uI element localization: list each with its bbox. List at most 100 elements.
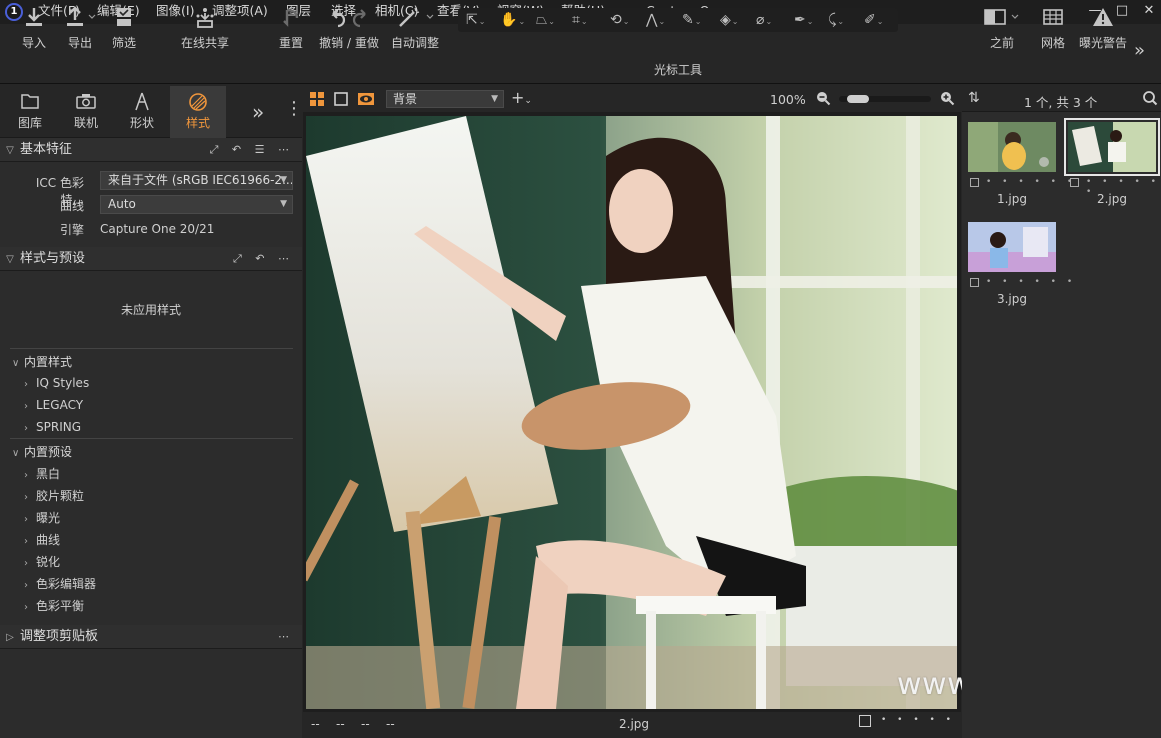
preset-item-exposure[interactable]: › 曝光	[24, 509, 60, 526]
keystone-icon[interactable]: ⋀⌄	[646, 8, 665, 32]
style-item-spring[interactable]: › SPRING	[24, 420, 81, 434]
thumbnail-2[interactable]	[1064, 118, 1160, 176]
tab-library[interactable]: 图库	[2, 86, 58, 138]
section-actions[interactable]: ⤢ ↶ ☰ ⋯	[210, 138, 294, 162]
undo-redo-icon	[317, 6, 381, 34]
meta-value: --	[361, 717, 370, 731]
chevron-down-icon: ▽	[6, 254, 14, 265]
select-checkbox[interactable]	[1070, 178, 1079, 187]
style-item-legacy[interactable]: › LEGACY	[24, 398, 83, 412]
crop-icon[interactable]: ⌗⌄	[572, 8, 588, 32]
background-select[interactable]: 背景 ▼	[386, 90, 504, 108]
zoom-slider-thumb[interactable]	[847, 95, 869, 103]
annotate-icon[interactable]: ✐⌄	[864, 8, 883, 32]
before-button[interactable]: 之前	[980, 6, 1024, 51]
divider	[10, 438, 293, 439]
eraser-icon[interactable]: ◈⌄	[720, 8, 738, 32]
exposure-warning-button[interactable]: 曝光警告	[1077, 6, 1129, 51]
select-checkbox[interactable]	[970, 178, 979, 187]
zoom-slider[interactable]	[839, 95, 931, 103]
lens-icon	[114, 92, 170, 114]
section-actions[interactable]: ⤢ ↶ ⋯	[233, 247, 294, 271]
viewer-toolbar: 背景 ▼ +⌄ 100%	[303, 86, 961, 112]
sort-icon[interactable]: ⇅	[968, 90, 980, 106]
builtin-presets-group[interactable]: ∨ 内置预设	[12, 443, 72, 460]
preset-item-color-balance[interactable]: › 色彩平衡	[24, 597, 84, 614]
chevron-right-icon: ▷	[6, 632, 14, 643]
builtin-styles-group[interactable]: ∨ 内置样式	[12, 353, 72, 370]
rating-dots[interactable]: • • • • • •	[986, 177, 1076, 187]
browser-toolbar: ⇅ 1 个, 共 3 个	[962, 86, 1161, 112]
grid-icon	[1038, 6, 1068, 34]
rating-stars[interactable]: • • • • •	[881, 715, 955, 725]
tab-styles[interactable]: 样式	[170, 86, 226, 138]
thumbnail-name: 2.jpg	[1096, 192, 1128, 206]
toolbar-overflow-icon[interactable]: »	[1134, 40, 1145, 61]
add-icon[interactable]: +⌄	[511, 88, 532, 107]
share-icon	[178, 6, 232, 34]
eyedropper-icon[interactable]: ✒⌄	[794, 8, 813, 32]
section-actions[interactable]: ⋯	[278, 625, 294, 649]
meta-value: --	[311, 717, 320, 731]
viewer-filename: 2.jpg	[619, 717, 650, 731]
brush-icon[interactable]: ✎⌄	[682, 8, 701, 32]
icc-profile-select[interactable]: 来自于文件 (sRGB IEC61966-2... ▼	[100, 171, 293, 190]
search-icon[interactable]	[1142, 90, 1158, 109]
crop-frame-icon[interactable]: ⏢⌄	[536, 8, 555, 32]
kebab-menu-icon[interactable]: ⋮	[285, 98, 303, 119]
close-button[interactable]: ✕	[1137, 2, 1161, 22]
meta-value: --	[386, 717, 395, 731]
divider	[10, 348, 293, 349]
before-after-icon	[980, 6, 1024, 34]
filter-button[interactable]: 筛选	[108, 6, 140, 51]
pan-hand-icon[interactable]: ✋⌄	[500, 8, 525, 32]
auto-adjust-button[interactable]: 自动调整	[389, 6, 441, 51]
section-basic-characteristics[interactable]: ▽ 基本特征 ⤢ ↶ ☰ ⋯	[0, 138, 302, 162]
preset-item-curve[interactable]: › 曲线	[24, 531, 60, 548]
thumbnail-3[interactable]	[968, 222, 1056, 272]
more-tabs-icon[interactable]: »	[252, 100, 264, 124]
preset-item-bw[interactable]: › 黑白	[24, 465, 60, 482]
image-count: 1 个, 共 3 个	[1024, 95, 1098, 110]
curve-select[interactable]: Auto ▼	[100, 195, 293, 214]
gradient-icon[interactable]: ⌀⌄	[756, 8, 772, 32]
style-item-iq[interactable]: › IQ Styles	[24, 376, 89, 390]
section-styles-presets[interactable]: ▽ 样式与预设 ⤢ ↶ ⋯	[0, 247, 302, 271]
zoom-out-icon[interactable]	[815, 90, 831, 109]
cursor-tools-label: 光标工具	[654, 63, 703, 77]
folder-icon	[2, 92, 58, 114]
tab-lens[interactable]: 形状	[114, 86, 170, 138]
undo-redo-button[interactable]: 撤销 / 重做	[317, 6, 381, 51]
thumbnail-1[interactable]	[968, 122, 1056, 172]
single-view-icon[interactable]	[333, 91, 349, 110]
preset-item-color-editor[interactable]: › 色彩编辑器	[24, 575, 96, 592]
select-checkbox[interactable]	[859, 715, 871, 727]
meta-value: --	[336, 717, 345, 731]
rotate-icon[interactable]: ⟲⌄	[610, 8, 629, 32]
reset-button[interactable]: 重置	[276, 6, 306, 51]
select-checkbox[interactable]	[970, 278, 979, 287]
picker-icon[interactable]: ⤹⌄	[828, 8, 844, 32]
thumbnail-name: 1.jpg	[996, 192, 1028, 206]
filter-icon	[108, 6, 140, 34]
import-button[interactable]: 导入	[18, 6, 50, 51]
section-adjustments-clipboard[interactable]: ▷ 调整项剪贴板 ⋯	[0, 625, 302, 649]
grid-button[interactable]: 网格	[1038, 6, 1068, 51]
photo-preview[interactable]	[306, 116, 957, 709]
select-cursor-icon[interactable]: ⇱⌄	[466, 8, 485, 32]
zoom-in-icon[interactable]	[939, 90, 955, 109]
export-button[interactable]: 导出	[60, 6, 100, 51]
preset-item-sharpening[interactable]: › 锐化	[24, 553, 60, 570]
proof-eye-icon[interactable]	[357, 91, 375, 110]
chevron-down-icon: ▽	[6, 145, 14, 156]
photo-image	[306, 116, 957, 709]
reset-icon	[276, 6, 306, 34]
online-share-button[interactable]: 在线共享	[178, 6, 232, 51]
rating-dots[interactable]: • • • • • •	[986, 277, 1076, 287]
preset-item-film-grain[interactable]: › 胶片颗粒	[24, 487, 84, 504]
chevron-down-icon: ▼	[491, 94, 498, 104]
tab-tethered[interactable]: 联机	[58, 86, 114, 138]
multi-view-icon[interactable]	[309, 91, 325, 110]
zoom-level: 100%	[770, 92, 806, 107]
thumbnail-image	[968, 122, 1056, 172]
